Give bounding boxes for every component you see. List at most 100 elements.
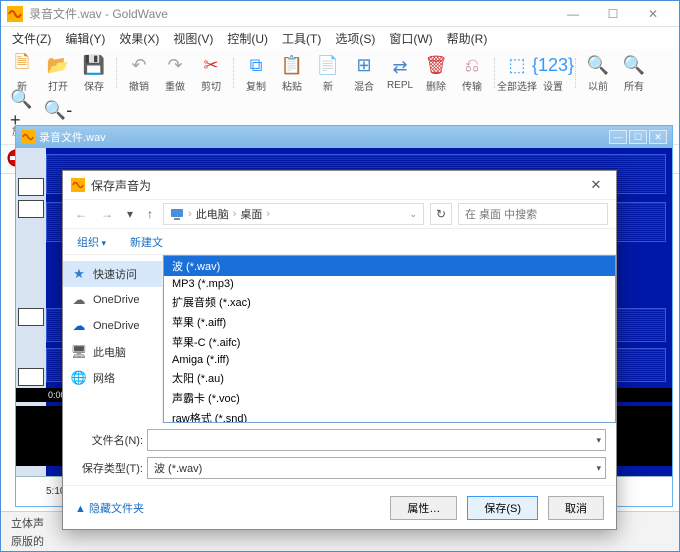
filetype-combo[interactable]: 波 (*.wav) ▾ (147, 457, 606, 479)
organize-menu[interactable]: 组织 (71, 232, 112, 252)
toolbar-label: 全部选择 (497, 78, 537, 93)
toolbar-新[interactable]: 📄新 (311, 51, 345, 95)
sidebar-item-网络[interactable]: 🌐网络 (63, 365, 162, 391)
document-icon (21, 130, 35, 144)
filename-input[interactable]: ▾ (147, 429, 606, 451)
sidebar-icon: ☁ (71, 292, 87, 308)
breadcrumb-desktop[interactable]: 桌面 (240, 206, 262, 222)
window-close-button[interactable]: ✕ (633, 2, 673, 26)
toolbar-icon: 🗑 (424, 53, 448, 77)
toolbar-icon: 🔍+ (10, 98, 34, 122)
breadcrumb-sep: › (233, 208, 237, 220)
filetype-option[interactable]: Amiga (*.iff) (164, 352, 615, 368)
sidebar-item-此电脑[interactable]: 🖥此电脑 (63, 339, 162, 365)
filetype-dropdown-list[interactable]: 波 (*.wav)MP3 (*.mp3)扩展音频 (*.xac)苹果 (*.ai… (163, 255, 616, 423)
sidebar-item-OneDrive[interactable]: ☁ OneDrive (63, 313, 162, 339)
document-minimize-button[interactable]: — (609, 130, 627, 144)
filetype-option[interactable]: 太阳 (*.au) (164, 368, 615, 388)
filetype-option[interactable]: 苹果-C (*.aifc) (164, 332, 615, 352)
window-minimize-button[interactable]: — (553, 2, 593, 26)
window-title: 录音文件.wav - GoldWave (29, 5, 553, 22)
toolbar-撤销[interactable]: ↶撤销 (122, 51, 156, 95)
nav-recent-button[interactable]: ▾ (123, 205, 137, 223)
nav-up-button[interactable]: ↑ (143, 205, 157, 223)
sidebar-item-快速访问[interactable]: ★快速访问 (63, 261, 162, 287)
filetype-option[interactable]: MP3 (*.mp3) (164, 276, 615, 292)
search-input[interactable]: 在 桌面 中搜索 (458, 203, 608, 225)
filetype-label: 保存类型(T): (73, 460, 143, 476)
save-as-dialog: 保存声音为 ✕ ← → ▾ ↑ › 此电脑 › 桌面 › ⌄ ↻ 在 桌面 中搜… (62, 170, 617, 530)
toolbar-icon: ⊞ (352, 53, 376, 77)
toolbar-保存[interactable]: 💾保存 (77, 51, 111, 95)
toolbar-label: 剪切 (201, 78, 221, 93)
hide-folders-toggle[interactable]: ▲ 隐藏文件夹 (75, 500, 144, 516)
toolbar-label: 保存 (84, 78, 104, 93)
toolbar-label: 设置 (543, 78, 563, 93)
toolbar-全部选择[interactable]: ⬚全部选择 (500, 51, 534, 95)
toolbar-icon: {123} (541, 53, 565, 77)
menu-effect[interactable]: 效果(X) (112, 28, 166, 49)
breadcrumb-pc[interactable]: 此电脑 (196, 206, 229, 222)
attributes-button[interactable]: 属性… (390, 496, 457, 520)
menu-edit[interactable]: 编辑(Y) (58, 28, 112, 49)
nav-refresh-button[interactable]: ↻ (430, 203, 452, 225)
menu-file[interactable]: 文件(Z) (5, 28, 58, 49)
filetype-option[interactable]: 扩展音频 (*.xac) (164, 292, 615, 312)
toolbar-粘贴[interactable]: 📋粘贴 (275, 51, 309, 95)
toolbar-设置[interactable]: {123}设置 (536, 51, 570, 95)
toolbar-以前[interactable]: 🔍以前 (581, 51, 615, 95)
channel-marker-left-lower[interactable] (18, 308, 44, 326)
dialog-nav-bar: ← → ▾ ↑ › 此电脑 › 桌面 › ⌄ ↻ 在 桌面 中搜索 (63, 199, 616, 229)
menu-tool[interactable]: 工具(T) (275, 28, 328, 49)
menu-option[interactable]: 选项(S) (328, 28, 382, 49)
toolbar-icon: ⇄ (388, 55, 412, 79)
menu-control[interactable]: 控制(U) (220, 28, 275, 49)
breadcrumb-sep: › (266, 208, 270, 220)
nav-back-button[interactable]: ← (71, 205, 91, 223)
toolbar-icon: 🔍 (586, 53, 610, 77)
menu-window[interactable]: 窗口(W) (382, 28, 439, 49)
channel-marker-right-lower[interactable] (18, 368, 44, 386)
filetype-option[interactable]: 波 (*.wav) (164, 256, 615, 276)
nav-forward-button[interactable]: → (97, 205, 117, 223)
new-folder-button[interactable]: 新建文 (124, 232, 169, 252)
filename-dropdown-icon[interactable]: ▾ (596, 435, 601, 446)
toolbar-剪切[interactable]: ✂剪切 (194, 51, 228, 95)
sidebar-icon: ☁ (71, 318, 87, 334)
window-maximize-button[interactable]: ☐ (593, 2, 633, 26)
channel-marker-left[interactable] (18, 178, 44, 196)
filetype-option[interactable]: 苹果 (*.aiff) (164, 312, 615, 332)
cancel-button[interactable]: 取消 (548, 496, 604, 520)
document-maximize-button[interactable]: ☐ (629, 130, 647, 144)
toolbar-混合[interactable]: ⊞混合 (347, 51, 381, 95)
sidebar-label: 网络 (93, 370, 115, 386)
channel-marker-right[interactable] (18, 200, 44, 218)
sidebar-item-OneDrive[interactable]: ☁OneDrive (63, 287, 162, 313)
breadcrumb[interactable]: › 此电脑 › 桌面 › ⌄ (163, 203, 424, 225)
menu-view[interactable]: 视图(V) (166, 28, 220, 49)
toolbar-label: 所有 (624, 78, 644, 93)
sidebar-label: OneDrive (93, 320, 139, 332)
toolbar-REPL[interactable]: ⇄REPL (383, 53, 417, 93)
filetype-option[interactable]: 声霸卡 (*.voc) (164, 388, 615, 408)
menu-help[interactable]: 帮助(R) (440, 28, 495, 49)
pc-icon (170, 207, 184, 221)
toolbar-打开[interactable]: 📂打开 (41, 51, 75, 95)
filetype-dropdown-icon[interactable]: ▾ (596, 463, 601, 474)
dialog-close-button[interactable]: ✕ (584, 175, 608, 195)
toolbar-icon: 📋 (280, 53, 304, 77)
dialog-footer: ▲ 隐藏文件夹 属性… 保存(S) 取消 (63, 485, 616, 529)
toolbar-复制[interactable]: ⧉复制 (239, 51, 273, 95)
toolbar-传输[interactable]: ⎌传输 (455, 51, 489, 95)
toolbar-重做[interactable]: ↷重做 (158, 51, 192, 95)
toolbar-所有[interactable]: 🔍所有 (617, 51, 651, 95)
save-button[interactable]: 保存(S) (467, 496, 538, 520)
filetype-option[interactable]: raw格式 (*.snd) (164, 408, 615, 423)
dialog-icon (71, 178, 85, 192)
toolbar-删除[interactable]: 🗑删除 (419, 51, 453, 95)
toolbar-label: REPL (387, 80, 413, 91)
toolbar-icon: 🗎 (10, 53, 34, 77)
breadcrumb-dropdown-icon[interactable]: ⌄ (409, 209, 417, 220)
document-close-button[interactable]: ✕ (649, 130, 667, 144)
toolbar-icon: ⎌ (460, 53, 484, 77)
